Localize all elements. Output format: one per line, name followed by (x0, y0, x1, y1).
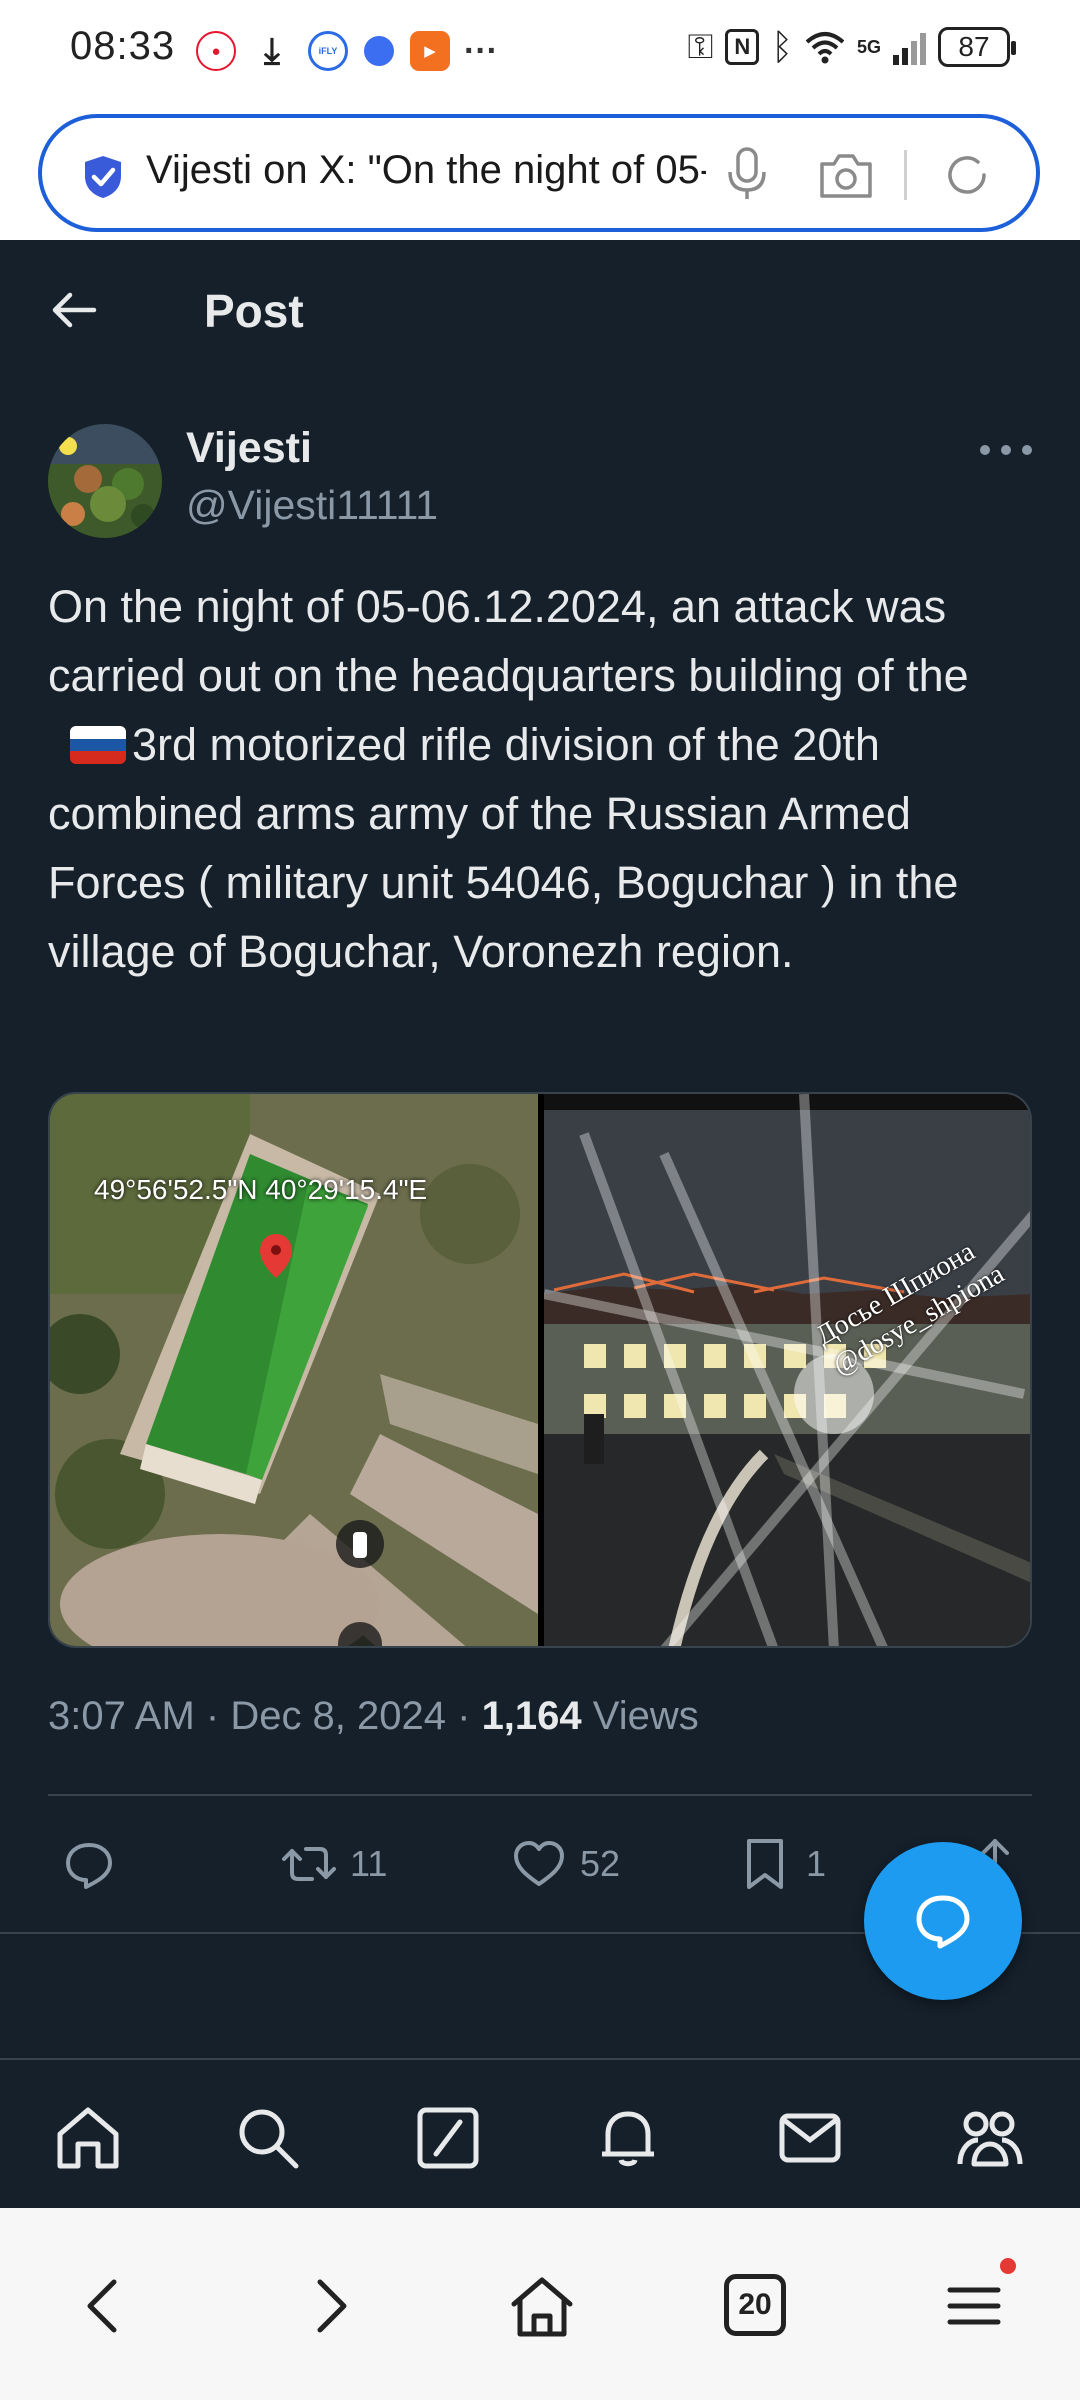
compose-reply-button[interactable] (864, 1842, 1022, 2000)
signal-icon (893, 29, 926, 65)
home-icon[interactable] (54, 2104, 122, 2172)
bluetooth-icon: ᛒ (771, 26, 793, 67)
weibo-icon: ● (196, 31, 236, 71)
post-media[interactable]: 49°56'52.5"N 40°29'15.4"E Досье Шпиона @… (48, 1092, 1032, 1648)
browser-back-icon[interactable] (72, 2272, 140, 2340)
bookmark-icon (747, 1839, 783, 1889)
retweet-count: 11 (350, 1843, 388, 1884)
like-button[interactable]: 52 (512, 1834, 620, 1894)
post-header: Post (0, 240, 1080, 380)
retweet-icon (282, 1847, 336, 1881)
page-title: Post (204, 285, 304, 337)
address-bar-separator (904, 150, 907, 200)
key-icon: ⚿ (687, 27, 714, 66)
views-count: 1,164 (481, 1694, 582, 1738)
post-text-part-2: 3rd motorized rifle division of the 20th… (48, 719, 959, 977)
microphone-icon[interactable] (722, 146, 772, 202)
reply-icon (66, 1843, 112, 1889)
address-bar[interactable]: Vijesti on X: "On the night of 05-06.12.… (38, 114, 1040, 232)
browser-menu-icon[interactable] (940, 2272, 1008, 2340)
download-icon: ⤓ (264, 29, 280, 71)
nfc-icon: N (725, 29, 760, 65)
security-shield-icon (85, 156, 121, 198)
status-time: 08:33 (70, 24, 176, 68)
more-options-icon[interactable] (980, 430, 1032, 470)
avatar[interactable] (48, 424, 162, 538)
russia-flag-icon (70, 726, 126, 764)
app-dot-icon (364, 36, 394, 66)
wifi-icon (805, 32, 845, 64)
url-text[interactable]: Vijesti on X: "On the night of 05-06.12.… (146, 148, 706, 193)
grok-icon[interactable] (414, 2104, 482, 2172)
browser-home-icon[interactable] (508, 2272, 576, 2340)
browser-bottom-nav: 20 (0, 2208, 1080, 2400)
messages-icon[interactable] (776, 2104, 844, 2172)
avatar-image (48, 424, 162, 538)
communities-icon[interactable] (956, 2104, 1024, 2172)
play-app-icon: ▶ (410, 31, 450, 71)
battery-level: 87 (958, 31, 990, 62)
browser-toolbar: Vijesti on X: "On the night of 05-06.12.… (0, 100, 1080, 240)
notification-icons: ● ⤓ iFLY ▶ ··· (196, 28, 498, 74)
system-icons: ⚿ N ᛒ 5G 87 (687, 26, 1016, 68)
network-type: 5G (856, 37, 881, 57)
reload-icon[interactable] (942, 150, 992, 200)
search-icon[interactable] (234, 2104, 302, 2172)
more-notifications-icon: ··· (464, 31, 498, 70)
browser-tabs-button[interactable]: 20 (724, 2274, 786, 2336)
post-timestamp: 3:07 AM · Dec 8, 2024 · 1,164 Views (48, 1694, 699, 1738)
menu-notification-dot (1000, 2258, 1016, 2274)
reply-button[interactable] (62, 1834, 116, 1894)
author-handle[interactable]: @Vijesti11111 (186, 482, 438, 529)
ifly-icon: iFLY (308, 31, 348, 71)
browser-forward-icon[interactable] (294, 2272, 362, 2340)
app-tab-bar (0, 2058, 1080, 2208)
post-text-part-1: On the night of 05-06.12.2024, an attack… (48, 581, 969, 701)
night-building-photo[interactable] (544, 1094, 1032, 1648)
bookmark-button[interactable]: 1 (738, 1834, 826, 1894)
post-text: On the night of 05-06.12.2024, an attack… (48, 572, 1038, 986)
status-bar: 08:33 ● ⤓ iFLY ▶ ··· ⚿ N ᛒ 5G 87 (0, 0, 1080, 100)
bookmark-count: 1 (806, 1843, 827, 1884)
reply-bubble-icon (916, 1895, 970, 1949)
back-arrow-icon[interactable] (48, 284, 100, 336)
retweet-button[interactable]: 11 (282, 1834, 387, 1894)
post-time[interactable]: 3:07 AM (48, 1694, 195, 1738)
divider (48, 1794, 1032, 1796)
camera-icon[interactable] (818, 150, 874, 200)
heart-icon (514, 1841, 564, 1886)
map-coordinates: 49°56'52.5"N 40°29'15.4"E (94, 1174, 428, 1205)
post-date[interactable]: Dec 8, 2024 (230, 1694, 446, 1738)
notifications-bell-icon[interactable] (594, 2104, 662, 2172)
views-label: Views (592, 1694, 699, 1738)
like-count: 52 (580, 1843, 621, 1884)
battery-icon: 87 (938, 27, 1016, 67)
author-name[interactable]: Vijesti (186, 424, 312, 473)
